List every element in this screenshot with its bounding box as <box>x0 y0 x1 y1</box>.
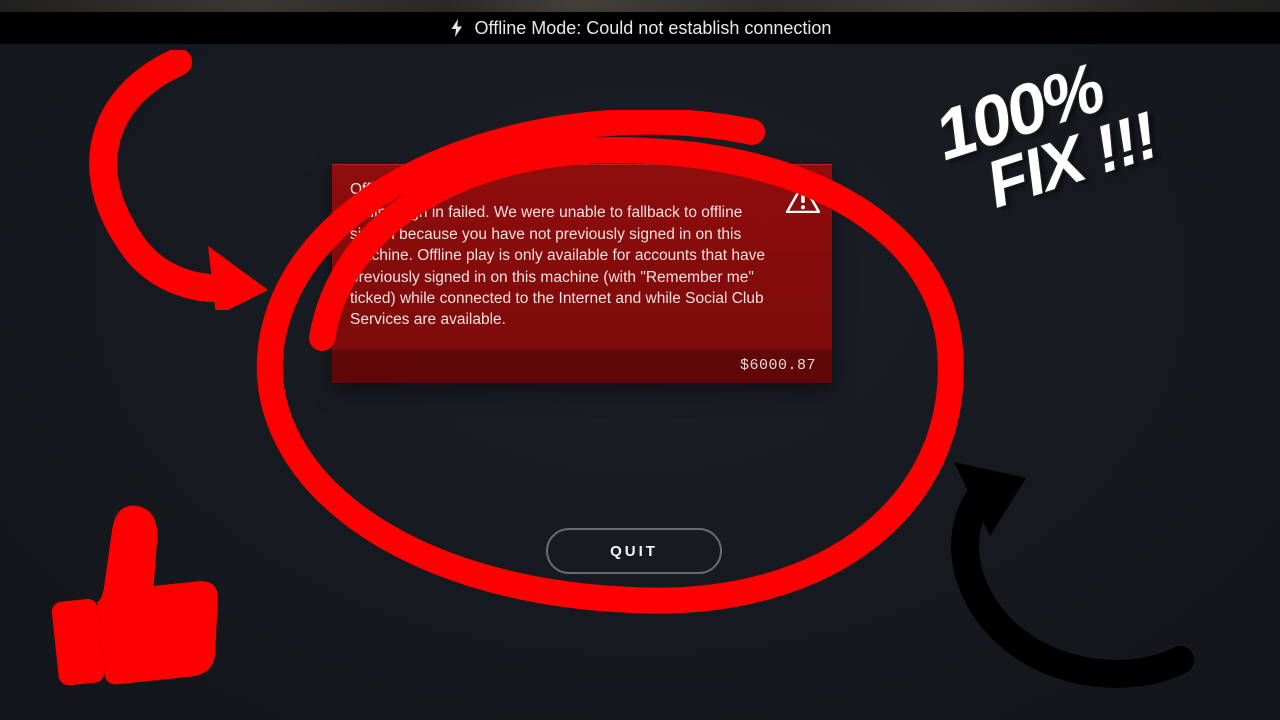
warning-triangle-icon <box>786 183 820 219</box>
window-photo-strip <box>0 0 1280 12</box>
quit-button[interactable]: QUIT <box>546 528 722 574</box>
error-body: Online sign in failed. We were unable to… <box>350 202 772 330</box>
offline-banner: Offline Mode: Could not establish connec… <box>0 12 1280 44</box>
error-code: $6000.87 <box>332 349 832 384</box>
offline-bolt-icon <box>449 19 465 37</box>
error-title: Offline <box>350 179 772 200</box>
offline-banner-text: Offline Mode: Could not establish connec… <box>475 18 832 39</box>
offline-error-card: Offline Online sign in failed. We were u… <box>332 164 832 383</box>
quit-button-label: QUIT <box>610 543 658 560</box>
